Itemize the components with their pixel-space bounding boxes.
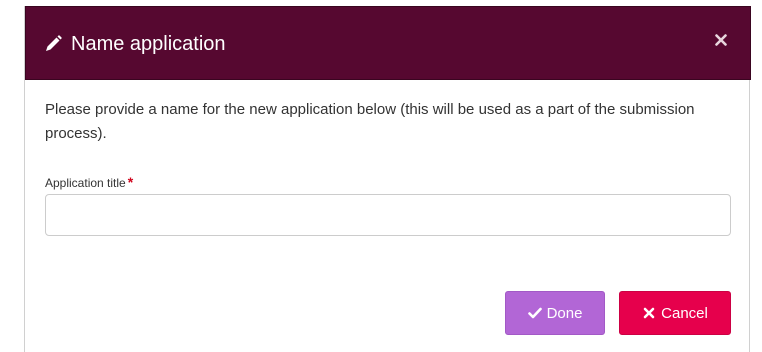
- dialog-header: Name application: [25, 6, 751, 80]
- application-title-label-text: Application title: [45, 176, 126, 190]
- cancel-button-label: Cancel: [661, 304, 708, 322]
- dialog-body: Please provide a name for the new applic…: [45, 98, 731, 236]
- cancel-button[interactable]: Cancel: [619, 291, 731, 335]
- application-title-label: Application title *: [45, 174, 133, 190]
- dialog-title: Name application: [43, 29, 226, 59]
- check-icon: [527, 307, 542, 319]
- application-title-input[interactable]: [45, 194, 731, 236]
- dialog-title-text: Name application: [71, 32, 226, 55]
- done-button[interactable]: Done: [505, 291, 605, 335]
- name-application-dialog: Name application Please provide a name f…: [24, 6, 751, 352]
- pencil-icon: [46, 35, 62, 51]
- close-button[interactable]: [712, 31, 730, 49]
- dialog-description: Please provide a name for the new applic…: [45, 101, 695, 142]
- done-button-label: Done: [546, 304, 583, 322]
- required-marker: *: [127, 174, 134, 190]
- close-icon: [643, 307, 655, 319]
- close-icon: [715, 34, 727, 46]
